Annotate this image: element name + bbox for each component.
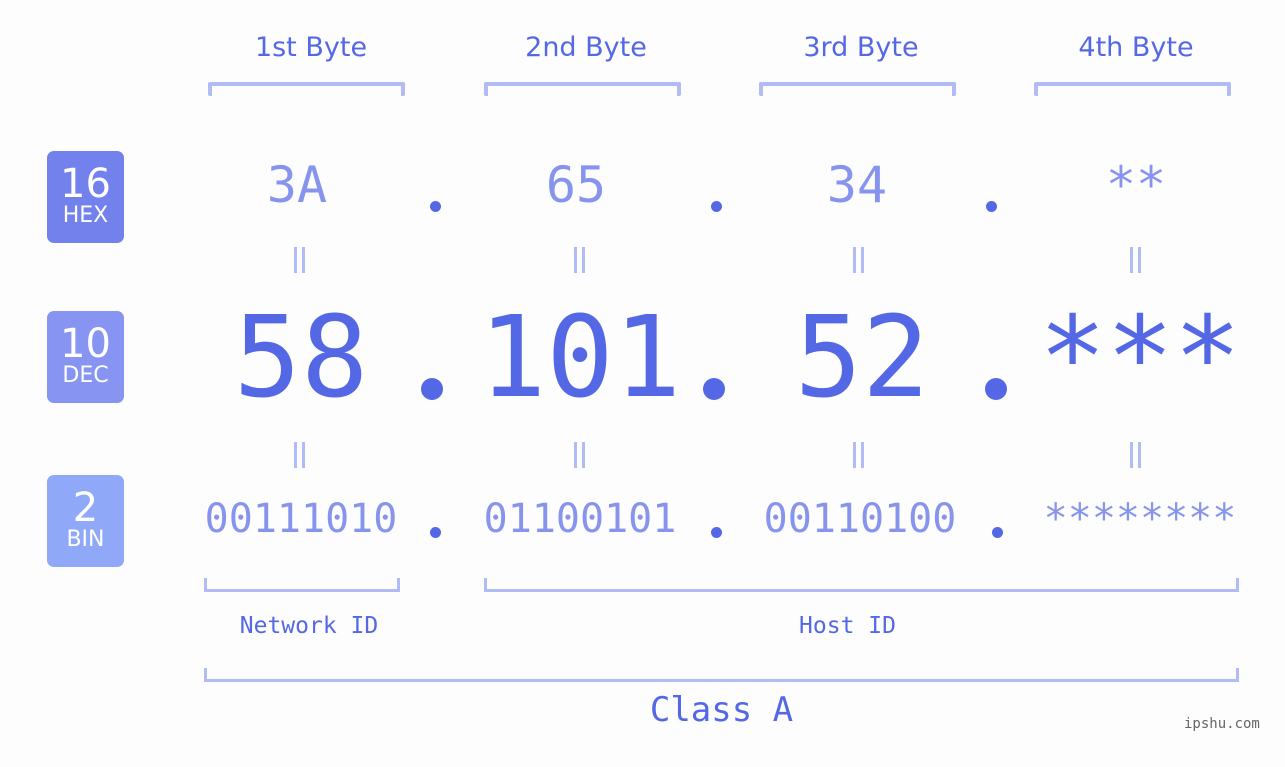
equals-icon bbox=[572, 442, 586, 468]
bin-byte-2: 01100101 bbox=[483, 496, 677, 542]
bin-dot-1 bbox=[430, 527, 441, 538]
class-label: Class A bbox=[649, 690, 794, 730]
dec-dot-3 bbox=[985, 378, 1007, 400]
dec-byte-1: 58 bbox=[233, 293, 369, 423]
dec-badge-base: 10 bbox=[60, 321, 111, 367]
hex-dot-2 bbox=[711, 201, 722, 212]
equals-icon bbox=[851, 247, 865, 273]
dec-badge: 10 DEC bbox=[47, 311, 124, 403]
bin-dot-2 bbox=[711, 527, 722, 538]
bin-dot-3 bbox=[992, 527, 1003, 538]
equals-icon bbox=[292, 247, 306, 273]
dec-dot-1 bbox=[421, 378, 443, 400]
byte-header-4: 4th Byte bbox=[1078, 32, 1194, 63]
byte-bracket-1 bbox=[208, 82, 405, 96]
hex-byte-4: ** bbox=[1105, 156, 1167, 214]
bin-byte-3: 00110100 bbox=[763, 496, 957, 542]
hex-dot-3 bbox=[986, 201, 997, 212]
equals-icon bbox=[851, 442, 865, 468]
host-id-label: Host ID bbox=[799, 613, 896, 639]
bin-badge: 2 BIN bbox=[47, 475, 124, 567]
class-bracket bbox=[204, 668, 1239, 682]
equals-icon bbox=[1128, 442, 1142, 468]
bin-badge-base: 2 bbox=[72, 485, 99, 531]
byte-bracket-4 bbox=[1034, 82, 1231, 96]
network-id-label: Network ID bbox=[239, 613, 379, 639]
equals-icon bbox=[572, 247, 586, 273]
bin-byte-4: ******** bbox=[1043, 496, 1237, 542]
watermark: ipshu.com bbox=[1184, 716, 1260, 732]
hex-badge-label: HEX bbox=[62, 203, 109, 228]
host-id-bracket bbox=[484, 578, 1239, 592]
bin-badge-label: BIN bbox=[66, 527, 105, 552]
equals-icon bbox=[1128, 247, 1142, 273]
dec-byte-3: 52 bbox=[794, 293, 930, 423]
network-id-bracket bbox=[204, 578, 400, 592]
dec-byte-4: *** bbox=[1038, 293, 1242, 423]
hex-badge-base: 16 bbox=[60, 161, 111, 207]
byte-header-2: 2nd Byte bbox=[525, 32, 647, 63]
hex-badge: 16 HEX bbox=[47, 151, 124, 243]
byte-bracket-3 bbox=[759, 82, 956, 96]
hex-byte-2: 65 bbox=[545, 156, 607, 214]
byte-bracket-2 bbox=[484, 82, 681, 96]
hex-byte-3: 34 bbox=[826, 156, 888, 214]
dec-dot-2 bbox=[703, 378, 725, 400]
hex-byte-1: 3A bbox=[266, 156, 328, 214]
hex-dot-1 bbox=[430, 201, 441, 212]
bin-byte-1: 00111010 bbox=[204, 496, 398, 542]
dec-byte-2: 101 bbox=[478, 293, 682, 423]
byte-header-3: 3rd Byte bbox=[803, 32, 919, 63]
equals-icon bbox=[292, 442, 306, 468]
dec-badge-label: DEC bbox=[62, 363, 109, 388]
byte-header-1: 1st Byte bbox=[254, 32, 368, 63]
